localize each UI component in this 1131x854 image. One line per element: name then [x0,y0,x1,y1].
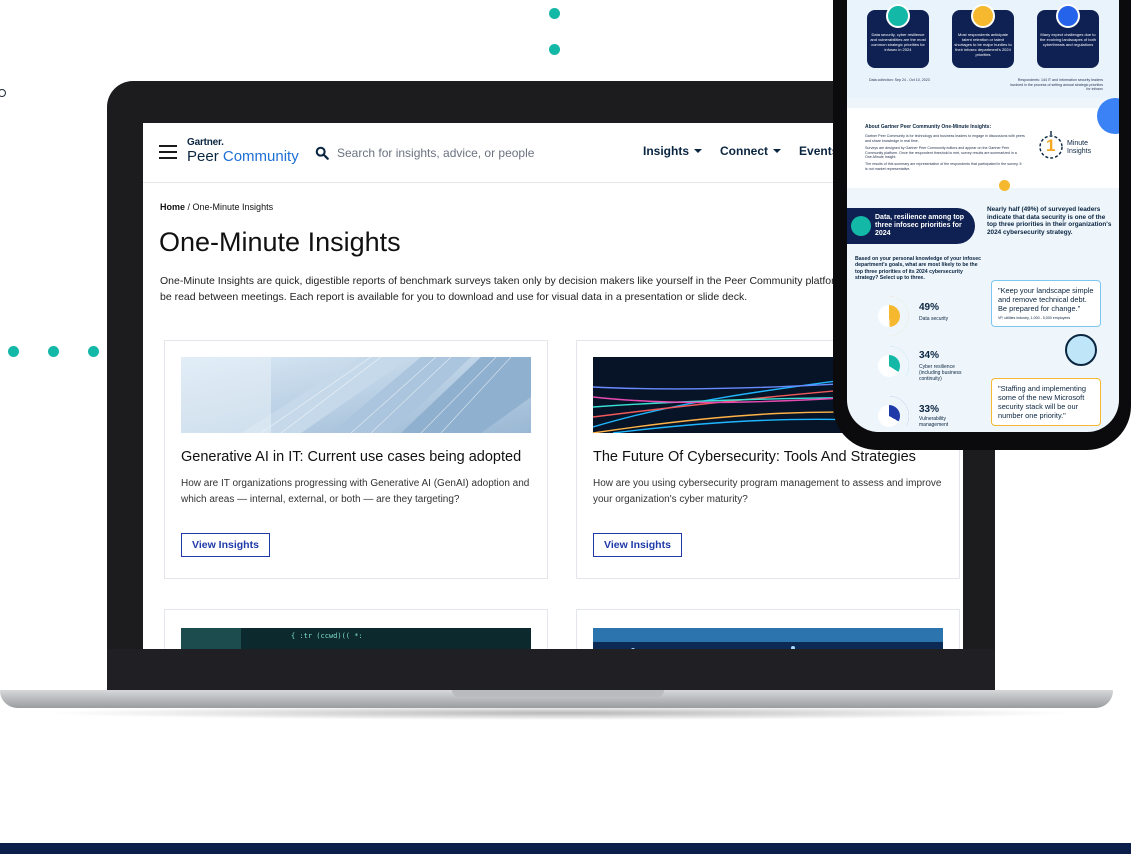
breadcrumb: Home / One-Minute Insights [160,202,273,212]
magnifier-icon [851,216,871,236]
nav-connect[interactable]: Connect [720,144,782,158]
quote-card: "Staffing and implementing some of the n… [991,378,1101,426]
stat-label: Vulnerability management [919,416,949,428]
gartner-peer-community-logo[interactable]: Gartner. Peer Community [187,137,299,165]
laptop-notch [452,690,664,697]
one-minute-insights-badge: 1 Minute Insights [1037,128,1101,168]
about-paragraph: Gartner Peer Community is for technology… [865,134,1025,143]
chevron-down-icon [694,149,703,153]
insight-card[interactable]: { :tr (ccwd)(( *: [164,609,548,649]
card-title[interactable]: Generative AI in IT: Current use cases b… [181,449,521,465]
stat-percent: 33% [919,404,940,415]
decor-dot [48,346,59,357]
breadcrumb-home[interactable]: Home [160,202,185,212]
donut-icon [869,296,909,336]
mi-label: Minute Insights [1067,140,1092,155]
nav-connect-label: Connect [720,144,769,158]
card-title[interactable]: The Future Of Cybersecurity: Tools And S… [593,449,916,465]
quote-text: "Staffing and implementing some of the n… [998,384,1086,420]
donut-icon [869,396,909,432]
decor-dot [549,44,560,55]
summary-caption: Data security, cyber resilience and vuln… [870,32,926,52]
logo-peer-community: Peer Community [187,148,299,165]
chevron-down-icon [773,149,782,153]
search-bar[interactable]: Search for insights, advice, or people [315,143,615,163]
phone-screen: Data security, cyber resilience and vuln… [847,0,1119,432]
quote-text: "Keep your landscape simple and remove t… [998,286,1094,313]
search-icon [315,146,329,160]
decor-dot [88,346,99,357]
stat-label: Cyber resilience (including business con… [919,364,962,382]
breadcrumb-current: One-Minute Insights [192,202,274,212]
summary-box: Many expect challenges due to the evolvi… [1037,4,1099,68]
footer-band [0,843,1131,854]
card-description: How are you using cybersecurity program … [593,478,942,505]
insight-card[interactable]: Generative AI in IT: Current use cases b… [164,340,548,579]
summary-box: Data security, cyber resilience and vuln… [867,4,929,68]
page-title: One-Minute Insights [159,227,401,257]
svg-text:{ :tr (ccwd)(( *:: { :tr (ccwd)(( *: [291,632,363,640]
people-swap-icon [971,4,995,28]
nav-insights[interactable]: Insights [643,144,703,158]
finding-text: Nearly half (49%) of surveyed leaders in… [987,206,1112,236]
decor-dot [8,346,19,357]
about-paragraph: Surveys are designed by Gartner Peer Com… [865,146,1017,159]
decor-ring [0,89,6,97]
insight-card[interactable] [576,609,960,649]
decor-dot [549,8,560,19]
view-insights-button[interactable]: View Insights [181,533,270,557]
logo-peer: Peer [187,148,223,165]
page-intro: One-Minute Insights are quick, digestibl… [160,275,892,303]
stat-percent: 49% [919,302,940,313]
main-nav: Insights Connect Events [643,144,852,158]
logo-gartner: Gartner. [187,137,224,148]
breadcrumb-separator: / [185,202,193,212]
mi-number: 1 [1046,136,1056,155]
menu-icon[interactable] [159,145,177,159]
about-paragraph: The results of this summary are represen… [865,162,1022,171]
card-image-code: { :tr (ccwd)(( *: [181,628,531,649]
shield-refresh-icon [1056,4,1080,28]
priorities-banner: Data, resilience among top three infosec… [847,208,975,244]
yellow-accent-dot [999,180,1010,191]
survey-question: Based on your personal knowledge of your… [855,256,981,282]
summary-caption: Most respondents anticipate talent reten… [954,32,1012,57]
stat-label: Data security [919,316,949,322]
stat-percent: 34% [919,350,940,361]
logo-community: Community [222,148,299,165]
summary-box: Most respondents anticipate talent reten… [952,4,1014,68]
laptop-shadow [40,706,1080,720]
quote-attribution: VP, utilities industry, 1,000 - 5,000 em… [998,316,1071,320]
card-image-circuit [593,628,943,649]
data-collection-text: Data collection: Sep 24 - Oct 10, 2023 [869,78,930,82]
avatar [1065,334,1097,366]
card-image-skyscraper [181,357,531,433]
nav-insights-label: Insights [643,144,690,158]
search-input[interactable]: Search for insights, advice, or people [337,146,534,160]
marketing-stage: Gartner. Peer Community Search for insig… [0,0,1131,854]
view-insights-button[interactable]: View Insights [593,533,682,557]
respondents-text: Respondents: 144 IT and information secu… [1009,78,1103,91]
card-description: How are IT organizations progressing wit… [181,478,530,505]
quote-card: "Keep your landscape simple and remove t… [991,280,1101,327]
search-chart-icon [886,4,910,28]
about-title: About Gartner Peer Community One-Minute … [865,124,992,130]
donut-icon [869,346,909,386]
summary-caption: Many expect challenges due to the evolvi… [1039,32,1097,47]
priorities-banner-text: Data, resilience among top three infosec… [875,214,965,237]
